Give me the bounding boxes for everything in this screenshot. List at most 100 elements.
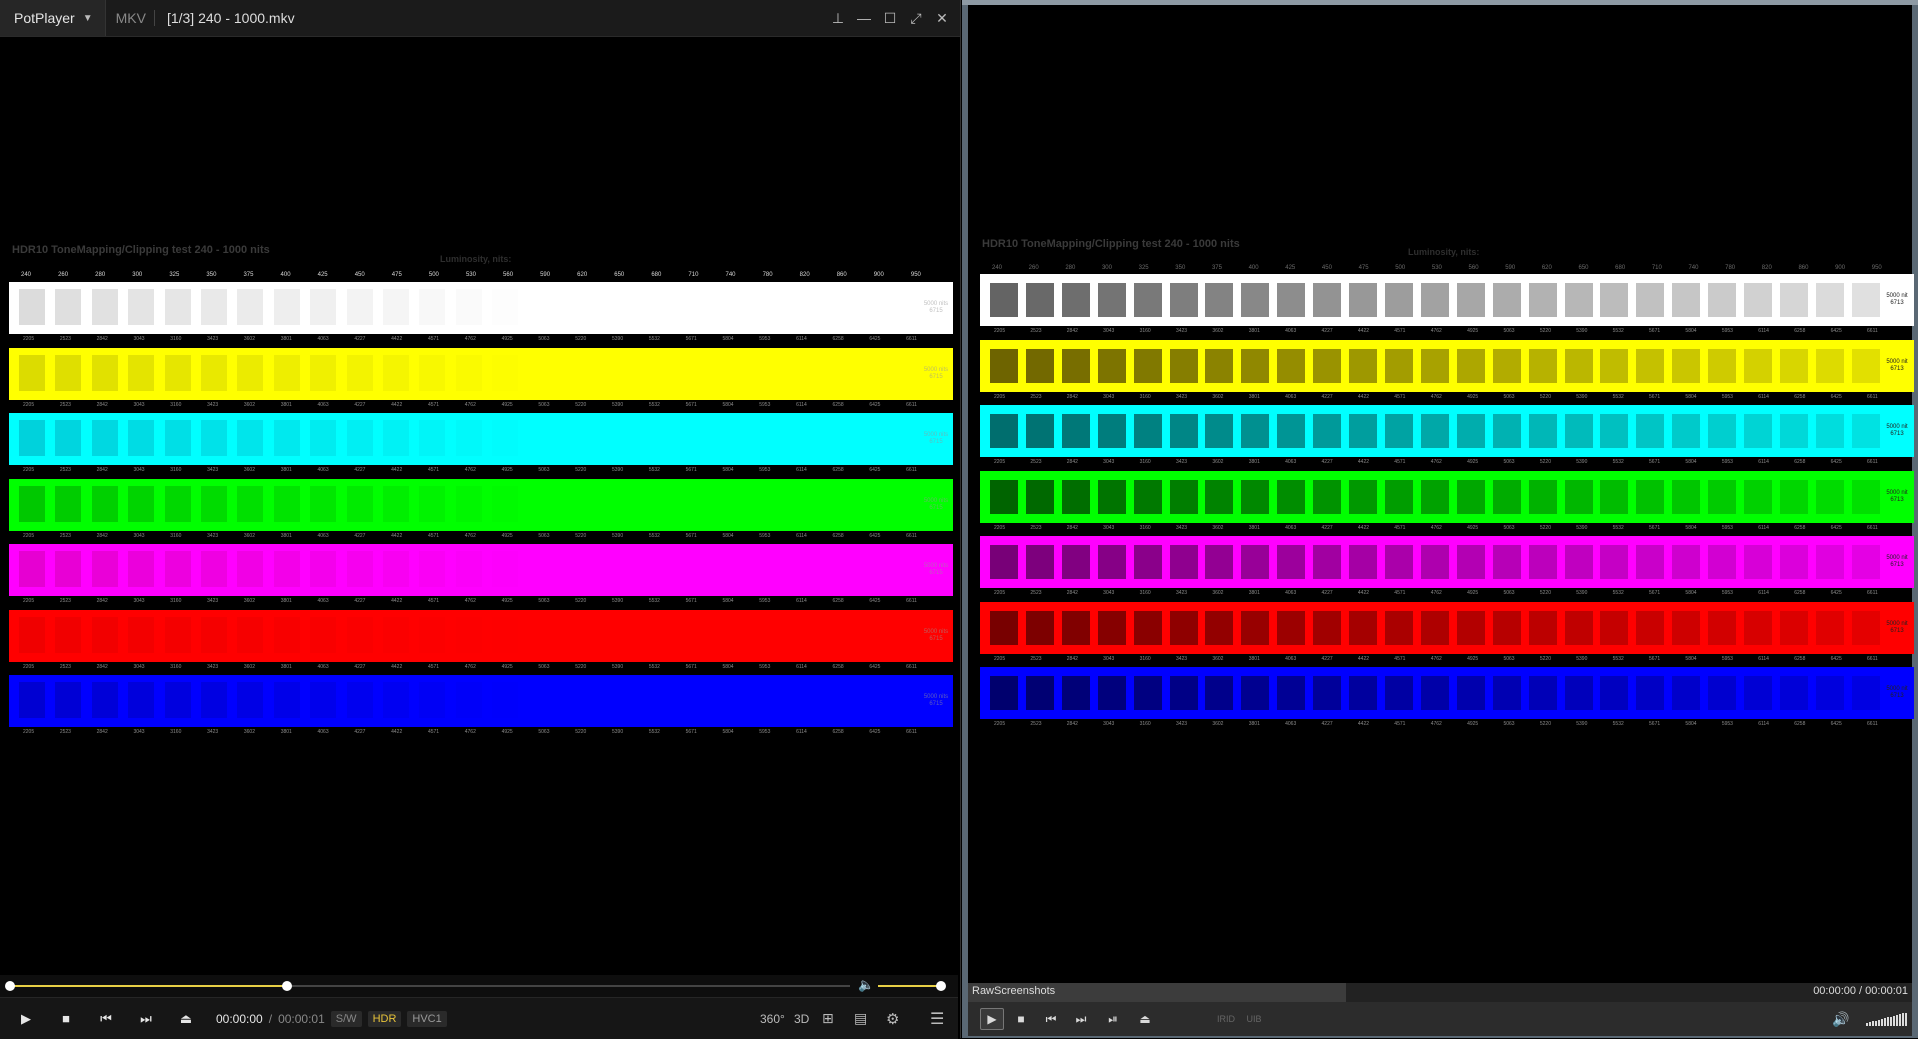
code-label: 4227: [1321, 655, 1333, 662]
code-label: 2842: [96, 598, 108, 604]
luminance-swatch: [91, 354, 118, 391]
code-label: 5953: [1721, 393, 1733, 400]
luminance-swatch: [1672, 414, 1701, 448]
code-row: 2205 2523 2842 3043 3160 3423 3602 3801 4063 4227…: [994, 656, 1878, 662]
video-area[interactable]: HDR10 ToneMapping/Clipping test 240 - 10…: [0, 37, 958, 975]
pin-icon[interactable]: ⊥: [826, 10, 850, 27]
volume-handle[interactable]: [936, 981, 946, 991]
vr-360-button[interactable]: 360°: [760, 998, 785, 1039]
luminance-swatch: [528, 485, 555, 522]
next-button-right[interactable]: ⏭: [1070, 1002, 1092, 1036]
code-label: 2523: [59, 532, 71, 539]
code-label: 6611: [906, 598, 917, 604]
title-bar[interactable]: PotPlayer ▼ MKV [1/3] 240 - 1000.mkv ⊥ —…: [0, 0, 960, 37]
code-label: 6425: [869, 598, 881, 604]
stop-button-right[interactable]: ■: [1010, 1002, 1032, 1036]
code-label: 5063: [1503, 393, 1515, 400]
code-label: 5532: [1612, 590, 1624, 596]
luminance-swatch: [528, 616, 555, 653]
codec-badge[interactable]: HVC1: [407, 1010, 447, 1027]
luminance-swatch: [637, 354, 664, 391]
previous-button-right[interactable]: ⏮: [1040, 1002, 1062, 1036]
luminance-swatch: [1528, 545, 1557, 579]
luminance-swatch: [164, 354, 191, 391]
luminance-swatch: [1564, 545, 1593, 579]
code-label: 4925: [501, 532, 513, 539]
zoom-icon[interactable]: ⊞: [822, 998, 834, 1039]
sw-decoder-badge[interactable]: S/W: [330, 1010, 362, 1027]
frame-step-icon[interactable]: ⏯: [1102, 1002, 1124, 1036]
seek-handle[interactable]: [282, 981, 293, 991]
code-label: 4063: [317, 598, 329, 604]
code-label: 3423: [1175, 393, 1188, 400]
code-label: 6611: [1867, 590, 1878, 596]
seek-bar[interactable]: 🔈: [0, 975, 958, 997]
code-label: 5804: [1685, 393, 1697, 400]
code-label: 5532: [648, 532, 660, 539]
next-button[interactable]: ⏭: [132, 998, 160, 1039]
video-area-right[interactable]: HDR10 ToneMapping/Clipping test 240 - 10…: [968, 5, 1914, 983]
luminance-swatch: [1779, 545, 1808, 579]
luminance-swatch: [1133, 545, 1162, 579]
status-bar[interactable]: RawScreenshots 00:00:00 / 00:00:01: [968, 983, 1912, 1002]
seek-start-handle[interactable]: [5, 981, 15, 991]
eject-icon[interactable]: ⏏: [172, 998, 200, 1039]
luminance-swatch: [674, 682, 701, 718]
luminance-swatch: [55, 616, 82, 653]
code-label: 6114: [1758, 328, 1769, 334]
luminance-swatch: [1672, 545, 1701, 579]
luminance-swatch: [492, 485, 519, 522]
code-label: 4571: [427, 663, 440, 670]
hdr-badge[interactable]: HDR: [367, 1010, 402, 1027]
play-button-right[interactable]: ▶: [980, 1008, 1004, 1030]
code-label: 3423: [1175, 524, 1188, 531]
luminance-swatch: [783, 289, 810, 325]
code-label: 4063: [1285, 655, 1297, 662]
play-button[interactable]: ▶: [12, 998, 40, 1039]
gear-icon[interactable]: ⚙: [886, 998, 899, 1039]
stop-button[interactable]: ■: [52, 998, 80, 1039]
eject-icon-right[interactable]: ⏏: [1134, 1002, 1156, 1036]
code-label: 5953: [1721, 655, 1733, 662]
luminance-swatch: [1169, 414, 1198, 448]
luminance-swatch: [91, 289, 118, 325]
code-label: 5063: [538, 598, 550, 604]
code-label: 4571: [1394, 590, 1406, 596]
speaker-icon[interactable]: 🔈: [858, 977, 874, 993]
code-label: 3423: [1175, 590, 1188, 596]
menu-icon[interactable]: ☰: [930, 998, 944, 1039]
close-icon[interactable]: ✕: [930, 10, 954, 27]
nits-label: 425: [1285, 265, 1296, 271]
volume-slider[interactable]: [878, 985, 942, 987]
luminance-swatch: [1528, 348, 1557, 383]
luminance-swatch: [637, 682, 664, 718]
code-label: 3801: [1248, 524, 1260, 531]
nits-label: 780: [762, 272, 773, 278]
luminance-swatch: [1708, 676, 1737, 710]
minimize-icon[interactable]: —: [852, 10, 876, 26]
code-label: 5532: [1612, 524, 1624, 531]
maximize-icon[interactable]: ☐: [878, 10, 902, 27]
speaker-icon-right[interactable]: 🔊: [1830, 1002, 1852, 1036]
volume-meter[interactable]: [1866, 1012, 1907, 1026]
seek-progress: [10, 985, 288, 987]
code-label: 5063: [538, 401, 550, 408]
app-menu-button[interactable]: PotPlayer ▼: [0, 0, 106, 36]
playlist-icon[interactable]: ▤: [854, 998, 867, 1039]
code-label: 5063: [538, 729, 550, 735]
previous-button[interactable]: ⏮: [92, 998, 120, 1039]
code-label: 5953: [759, 663, 771, 670]
luminance-swatch: [856, 682, 883, 718]
code-label: 6258: [832, 729, 844, 735]
code-label: 5804: [722, 729, 734, 735]
code-label: 4925: [1467, 590, 1479, 596]
code-label: 2523: [1030, 721, 1042, 727]
luminance-swatch: [492, 289, 519, 325]
fullscreen-icon[interactable]: ⤢: [904, 10, 928, 27]
code-label: 2842: [96, 729, 108, 735]
3d-button[interactable]: 3D: [794, 998, 809, 1039]
code-label: 3160: [1139, 721, 1151, 727]
luminance-swatch: [1600, 676, 1629, 710]
code-label: 5671: [1649, 459, 1661, 465]
code-label: 3801: [1248, 590, 1260, 596]
